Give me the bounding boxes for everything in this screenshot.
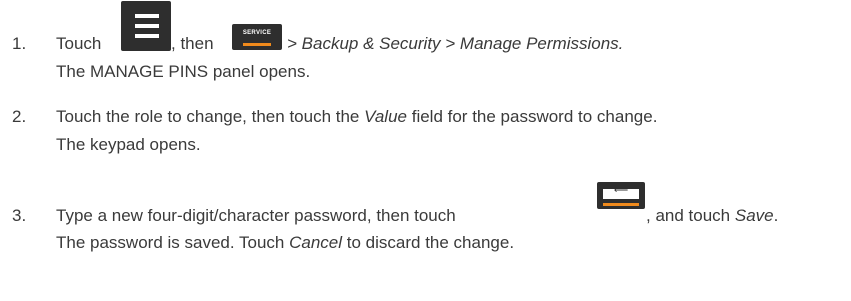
- step-2-number: 2.: [12, 107, 27, 126]
- step-3-line-a: Type a new four-digit/character password…: [56, 206, 456, 225]
- step-2-result: The keypad opens.: [56, 135, 201, 154]
- step-1-number: 1.: [12, 34, 27, 53]
- step-1-path: > Backup & Security > Manage Permissions…: [287, 34, 624, 53]
- hamburger-menu-icon: [121, 1, 171, 51]
- step-1-result: The MANAGE PINS panel opens.: [56, 62, 311, 81]
- step-3-result: The password is saved. Touch Cancel to d…: [56, 233, 515, 252]
- service-icon-label: SERVICE: [242, 30, 272, 36]
- service-icon: SERVICE: [232, 24, 282, 50]
- step-2-line: Touch the role to change, then touch the…: [56, 107, 658, 126]
- enter-arrow-glyph: ⟵: [613, 185, 629, 196]
- enter-key-icon: ⟵: [597, 182, 645, 209]
- step-3-line-b: , and touch Save.: [646, 206, 779, 225]
- step-3-number: 3.: [12, 206, 27, 225]
- step-1-touch: Touch: [56, 34, 102, 53]
- step-1-then: , then: [171, 34, 214, 53]
